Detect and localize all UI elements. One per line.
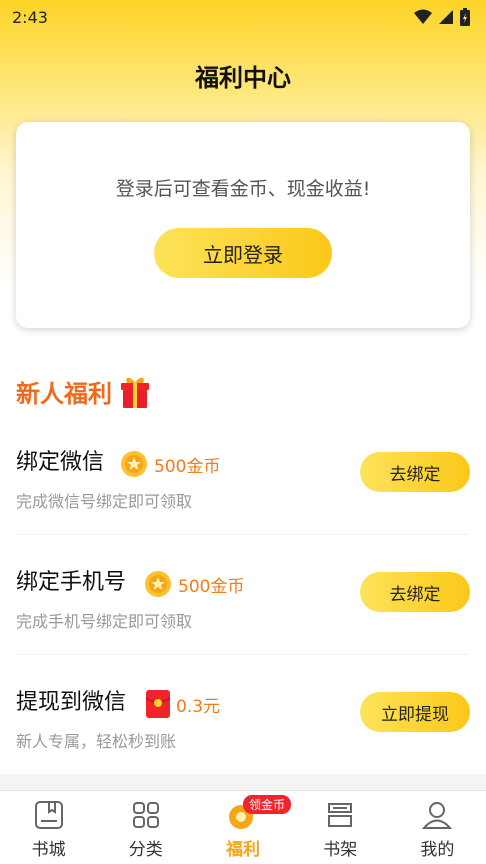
coin-badge: 领金币 [243, 795, 292, 814]
tab-profile[interactable]: 我的 [389, 791, 486, 864]
task-name: 绑定微信 [16, 450, 105, 475]
task-name: 提现到微信 [16, 690, 127, 715]
withdraw-button[interactable]: 立即提现 [360, 692, 470, 732]
reward-amount: 500金币 [154, 456, 221, 477]
profile-icon [422, 802, 453, 829]
status-time: 2:43 [12, 7, 48, 27]
wifi-icon [414, 9, 432, 24]
bind-phone-button[interactable]: 去绑定 [360, 572, 470, 612]
tab-label: 福利 [226, 840, 260, 860]
tab-label: 分类 [128, 840, 163, 860]
tab-label: 书城 [31, 840, 66, 860]
bind-wechat-button[interactable]: 去绑定 [360, 452, 470, 492]
task-reward: 500金币 [120, 450, 220, 478]
tab-category[interactable]: 分类 [97, 791, 194, 864]
section-separator [0, 774, 486, 790]
coin-icon [145, 571, 171, 597]
tab-label: 我的 [420, 840, 455, 860]
task-description: 完成微信号绑定即可领取 [16, 492, 193, 511]
task-description: 新人专属，轻松秒到账 [16, 732, 177, 751]
gift-icon [121, 377, 149, 408]
task-name: 绑定手机号 [16, 570, 127, 595]
divider [16, 534, 470, 535]
status-icons [414, 8, 470, 26]
category-grid-icon [132, 802, 159, 828]
status-bar: 2:43 [0, 0, 486, 34]
task-description: 完成手机号绑定即可领取 [16, 612, 193, 631]
login-card: 登录后可查看金币、现金收益! 立即登录 [16, 122, 470, 328]
bottom-tab-bar: 书城 分类 领金币 福利 书架 我的 [0, 790, 486, 864]
tab-welfare[interactable]: 领金币 福利 [194, 791, 292, 864]
bookstore-icon [34, 801, 63, 829]
tab-label: 书架 [323, 840, 358, 860]
section-title: 新人福利 [16, 380, 112, 408]
task-reward: 0.3元 [146, 690, 220, 718]
login-button[interactable]: 立即登录 [154, 228, 332, 278]
new-user-section-header: 新人福利 [16, 374, 150, 409]
battery-icon [460, 8, 470, 26]
divider [16, 654, 470, 655]
page-title: 福利中心 [195, 64, 291, 92]
login-prompt-text: 登录后可查看金币、现金收益! [115, 178, 371, 200]
signal-icon [439, 10, 453, 24]
task-reward: 500金币 [144, 570, 244, 598]
bookshelf-icon [328, 803, 353, 827]
coin-icon [121, 451, 147, 477]
reward-amount: 500金币 [178, 576, 245, 597]
tab-bookshelf[interactable]: 书架 [292, 791, 389, 864]
reward-amount: 0.3元 [176, 696, 221, 717]
tab-bookstore[interactable]: 书城 [0, 791, 97, 864]
red-packet-icon [146, 690, 170, 718]
